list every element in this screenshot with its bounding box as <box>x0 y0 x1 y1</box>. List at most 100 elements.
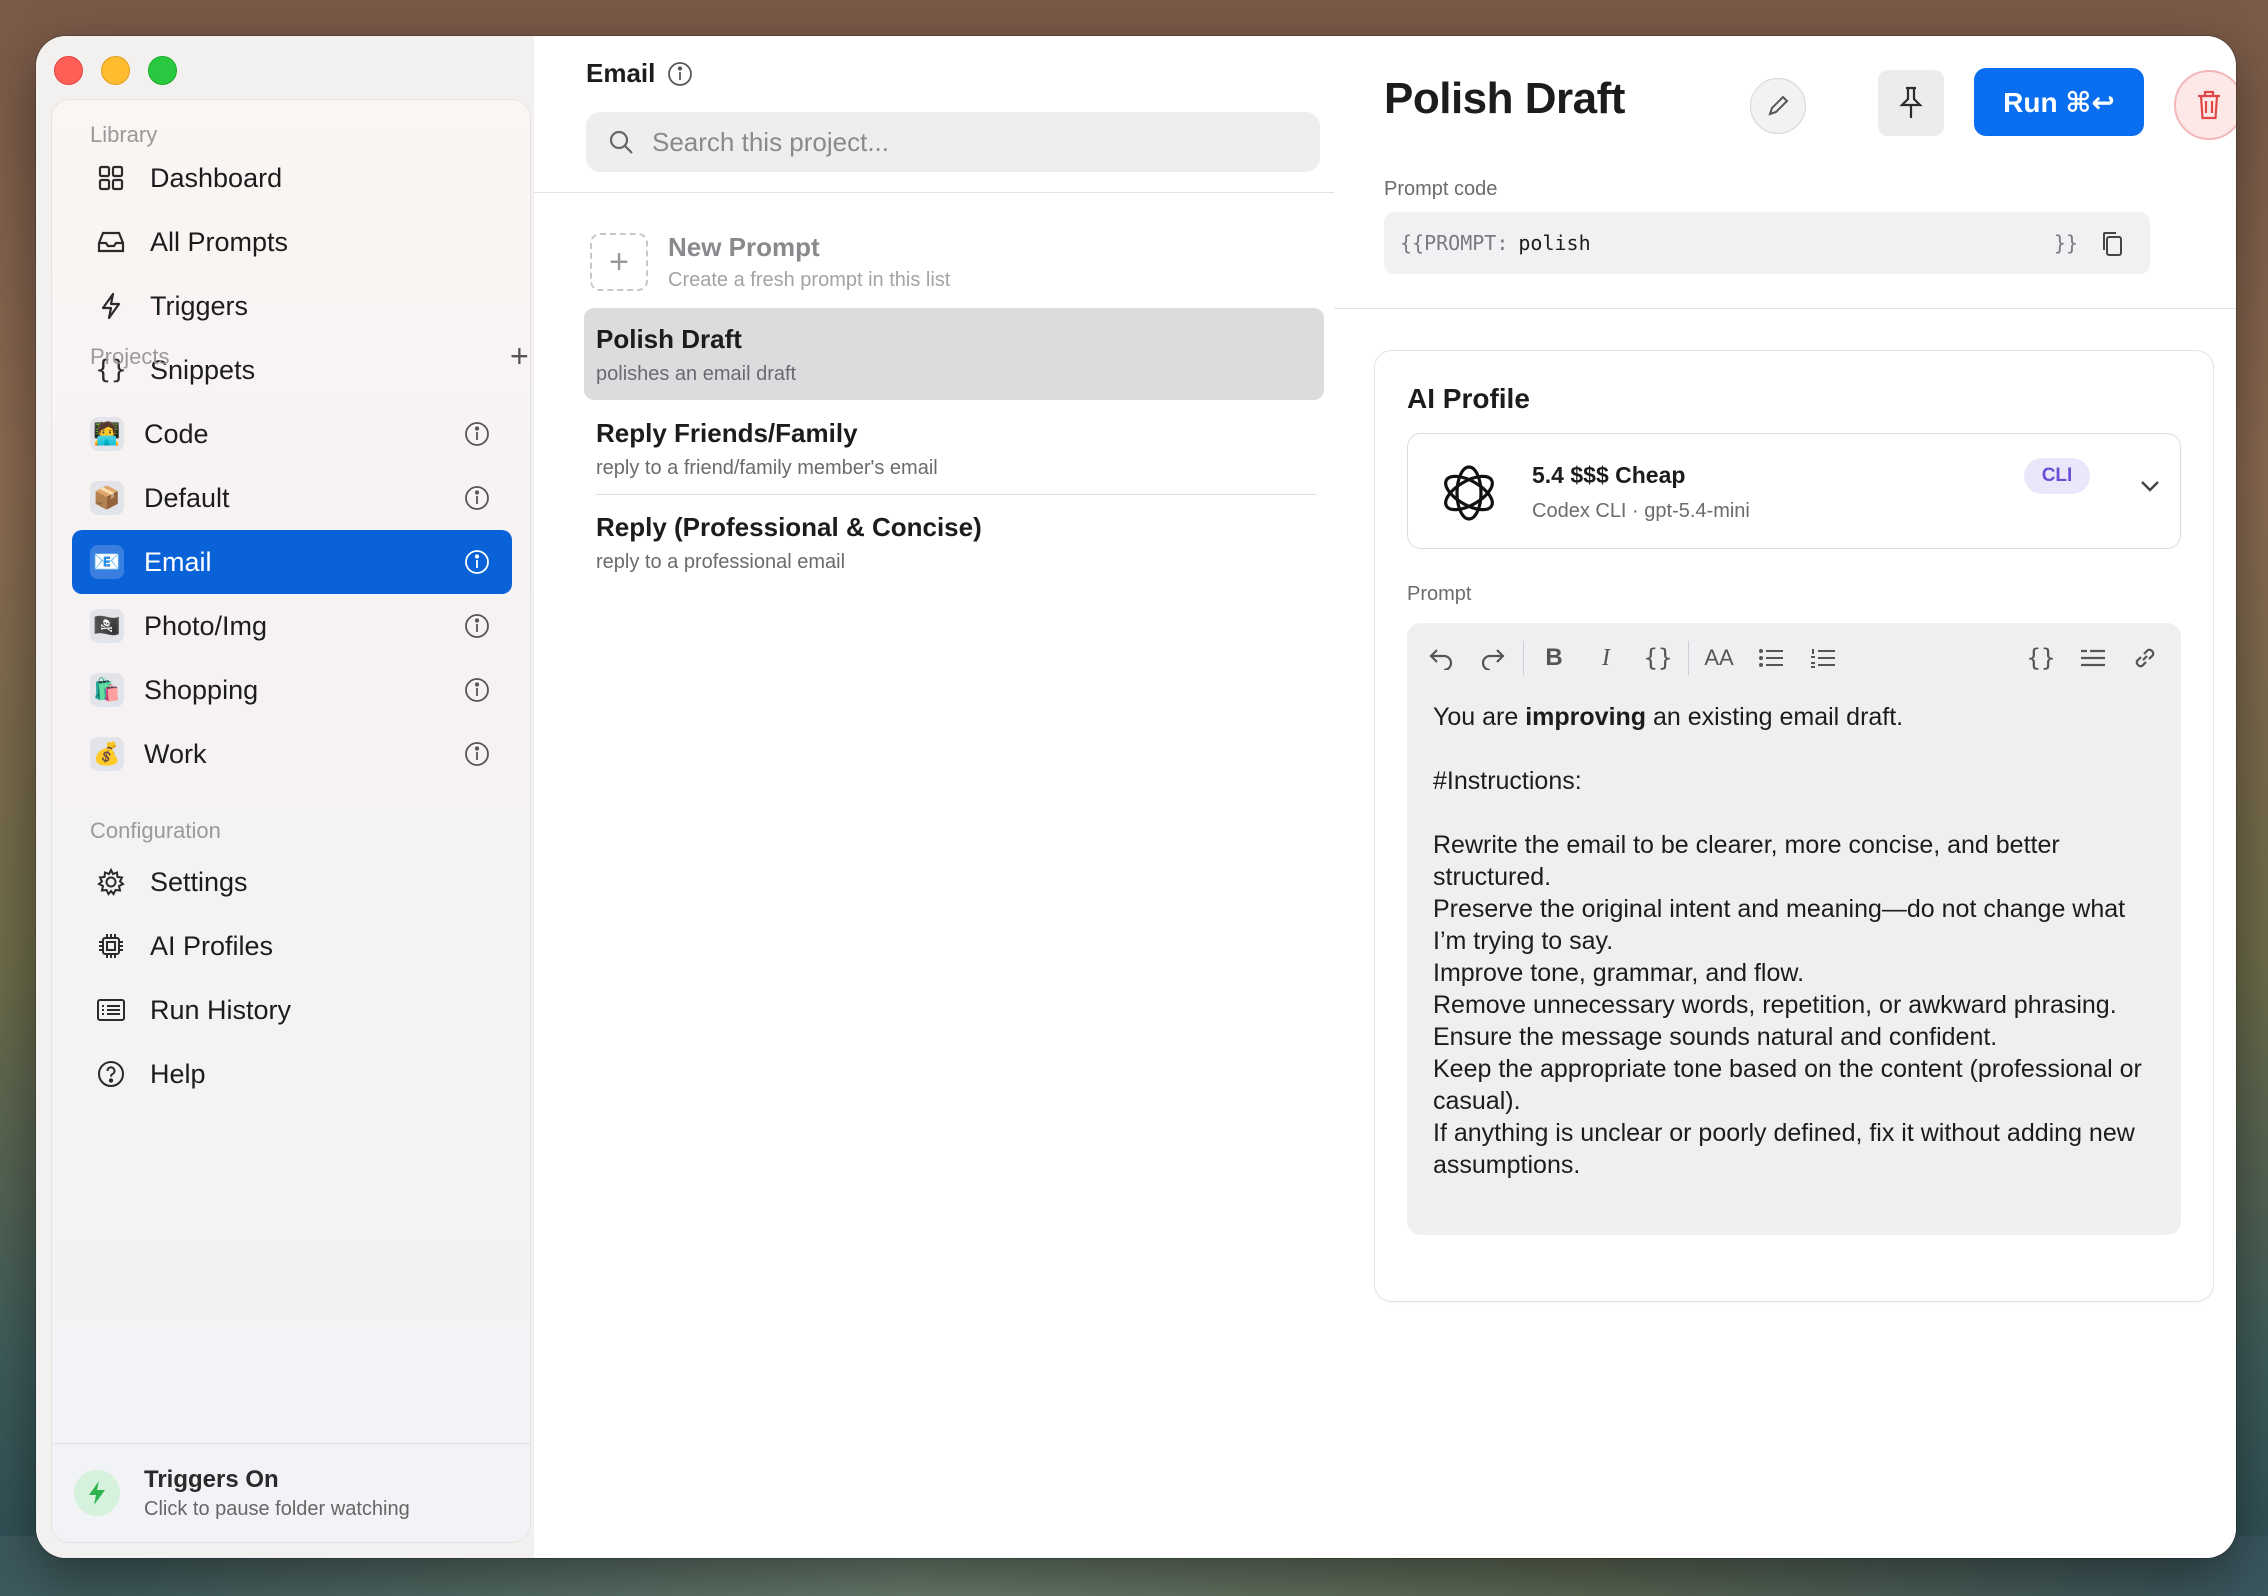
search-icon <box>609 130 633 154</box>
project-emoji: 🛍️ <box>90 673 124 707</box>
library-section-label: Library <box>90 122 158 147</box>
delete-button[interactable] <box>2174 70 2236 140</box>
ai-profile-title: AI Profile <box>1407 383 1530 414</box>
bolt-icon <box>94 292 128 320</box>
info-icon[interactable] <box>464 421 490 447</box>
toolbar-divider <box>1688 641 1689 675</box>
insert-link-button[interactable] <box>2119 634 2171 682</box>
info-icon[interactable] <box>667 61 693 87</box>
info-icon[interactable] <box>464 549 490 575</box>
search-input[interactable] <box>650 125 1254 159</box>
numbered-list-button[interactable] <box>1797 634 1849 682</box>
minimize-window-button[interactable] <box>101 56 130 85</box>
project-emoji: 💰 <box>90 737 124 771</box>
redo-icon <box>1481 649 1505 670</box>
list-item-title: Reply (Professional & Concise) <box>596 512 982 542</box>
bolt-icon <box>74 1470 120 1516</box>
project-emoji: 📧 <box>90 545 124 579</box>
code-button[interactable]: {} <box>1632 634 1684 682</box>
sidebar-item-settings[interactable]: Settings <box>72 850 512 914</box>
prompt-text-line: Remove unnecessary words, repetition, or… <box>1433 991 2117 1019</box>
info-icon[interactable] <box>464 485 490 511</box>
sidebar-item-label: AI Profiles <box>150 930 274 961</box>
prompt-code-prefix: {{PROMPT: <box>1400 231 1509 255</box>
sidebar-item-label: Shopping <box>144 674 259 705</box>
prompt-text[interactable]: You are improving an existing email draf… <box>1433 701 2157 1181</box>
sidebar-item-help[interactable]: Help <box>72 1042 512 1106</box>
divider <box>596 494 1316 495</box>
sidebar-item-label: Photo/Img <box>144 610 268 641</box>
prompt-text-line: Rewrite the email to be clearer, more co… <box>1433 831 2060 891</box>
copy-icon[interactable] <box>2100 230 2124 258</box>
prompt-editor[interactable]: B I {} AA {} You are improving an existi… <box>1407 623 2181 1235</box>
add-project-button[interactable]: + <box>510 338 529 375</box>
new-prompt-subtitle: Create a fresh prompt in this list <box>668 269 951 291</box>
project-emoji: 🧑‍💻 <box>90 417 124 451</box>
list-item-subtitle: polishes an email draft <box>596 363 797 385</box>
ai-profile-name: 5.4 $$$ Cheap <box>1532 462 1686 488</box>
list-item[interactable]: Polish Draft polishes an email draft <box>584 308 1324 400</box>
pin-icon <box>1899 86 1923 118</box>
sidebar-item-label: All Prompts <box>150 226 289 257</box>
new-prompt-button[interactable]: + New Prompt Create a fresh prompt in th… <box>590 232 950 292</box>
sidebar-item-label: Triggers <box>150 290 249 321</box>
divider <box>1334 308 2236 309</box>
prompt-label: Prompt <box>1407 583 1472 605</box>
insert-quote-button[interactable] <box>2067 634 2119 682</box>
insert-variable-button[interactable]: {} <box>2015 634 2067 682</box>
sidebar-item-work[interactable]: 💰 Work <box>72 722 512 786</box>
list-item-subtitle: reply to a friend/family member's email <box>596 457 938 479</box>
ai-profile-select[interactable]: 5.4 $$$ Cheap Codex CLI · gpt-5.4-mini C… <box>1407 433 2181 549</box>
sidebar-item-photo-img[interactable]: 🏴‍☠️ Photo/Img <box>72 594 512 658</box>
maximize-window-button[interactable] <box>148 56 177 85</box>
triggers-status-title: Triggers On <box>144 1465 279 1493</box>
list-item[interactable]: Reply Friends/Family reply to a friend/f… <box>584 402 1324 494</box>
prompt-text-line: Keep the appropriate tone based on the c… <box>1433 1055 2142 1115</box>
info-icon[interactable] <box>464 741 490 767</box>
list-item[interactable]: Reply (Professional & Concise) reply to … <box>584 496 1324 588</box>
italic-button[interactable]: I <box>1580 634 1632 682</box>
pin-button[interactable] <box>1878 70 1944 136</box>
cli-badge: CLI <box>2024 458 2090 494</box>
bullet-list-button[interactable] <box>1745 634 1797 682</box>
bold-button[interactable]: B <box>1528 634 1580 682</box>
app-window: Library Dashboard All Prompts Triggers {… <box>36 36 2236 1558</box>
plus-icon: + <box>590 233 648 291</box>
project-emoji: 🏴‍☠️ <box>90 609 124 643</box>
sidebar-item-all-prompts[interactable]: All Prompts <box>72 210 512 274</box>
info-icon[interactable] <box>464 613 490 639</box>
sidebar-item-shopping[interactable]: 🛍️ Shopping <box>72 658 512 722</box>
pencil-icon <box>1768 95 1789 116</box>
question-icon <box>94 1060 128 1088</box>
sidebar-item-default[interactable]: 📦 Default <box>72 466 512 530</box>
sidebar-item-run-history[interactable]: Run History <box>72 978 512 1042</box>
trash-icon <box>2198 90 2220 120</box>
info-icon[interactable] <box>464 677 490 703</box>
prompt-text-segment: an existing email draft. <box>1646 703 1904 731</box>
undo-icon <box>1429 649 1453 670</box>
projects-section-label: Projects <box>90 344 170 369</box>
divider <box>534 192 1334 193</box>
sidebar-item-dashboard[interactable]: Dashboard <box>72 146 512 210</box>
sidebar-item-triggers[interactable]: Triggers <box>72 274 512 338</box>
prompt-text-line: Improve tone, grammar, and flow. <box>1433 959 1805 987</box>
sidebar-item-code[interactable]: 🧑‍💻 Code <box>72 402 512 466</box>
close-window-button[interactable] <box>54 56 83 85</box>
openai-logo-icon <box>1444 465 1494 521</box>
redo-button[interactable] <box>1467 634 1519 682</box>
page-title: Polish Draft <box>1384 74 1625 123</box>
edit-title-button[interactable] <box>1750 78 1806 134</box>
chevron-down-icon <box>2141 481 2159 492</box>
prompt-text-line: Preserve the original intent and meaning… <box>1433 895 2126 955</box>
text-size-button[interactable]: AA <box>1693 634 1745 682</box>
prompt-code-input[interactable]: polish <box>1518 231 1590 255</box>
configuration-section-label: Configuration <box>90 818 221 843</box>
list-icon <box>94 998 128 1022</box>
sidebar-item-ai-profiles[interactable]: AI Profiles <box>72 914 512 978</box>
new-prompt-title: New Prompt <box>668 232 820 262</box>
toolbar-divider <box>1523 641 1524 675</box>
undo-button[interactable] <box>1415 634 1467 682</box>
sidebar-item-email[interactable]: 📧 Email <box>72 530 512 594</box>
run-button[interactable]: Run ⌘↩ <box>1974 68 2144 136</box>
triggers-toggle[interactable]: Triggers On Click to pause folder watchi… <box>52 1443 530 1542</box>
